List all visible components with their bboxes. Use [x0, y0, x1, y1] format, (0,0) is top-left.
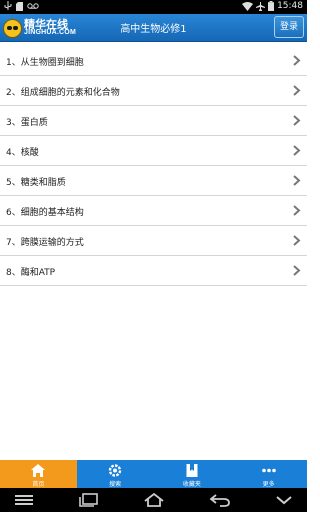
list-item-label: 2、组成细胞的元素和化合物: [6, 88, 120, 98]
status-time: 15:48: [277, 1, 303, 11]
list-item[interactable]: 3、蛋白质: [0, 106, 307, 136]
app-header: 精华在线 JINGHUA.COM 高中生物必修1 登录: [0, 14, 307, 42]
list-item[interactable]: 7、跨膜运输的方式: [0, 226, 307, 256]
menu-icon[interactable]: [13, 492, 35, 508]
list-item-label: 7、跨膜运输的方式: [6, 238, 84, 248]
sd-card-icon: [16, 1, 23, 11]
wifi-icon: [242, 1, 254, 11]
home-button-icon[interactable]: [142, 492, 166, 508]
tab-label: 更多: [262, 481, 275, 488]
list-item[interactable]: 2、组成细胞的元素和化合物: [0, 76, 307, 106]
chevron-right-icon: [293, 55, 301, 66]
battery-icon: [268, 1, 275, 11]
tab-search[interactable]: 搜索: [77, 460, 154, 488]
chevron-right-icon: [293, 235, 301, 246]
list-item-label: 3、蛋白质: [6, 118, 48, 128]
more-icon: [261, 468, 276, 473]
list-item-label: 8、酶和ATP: [6, 268, 56, 278]
recent-apps-icon[interactable]: [78, 492, 100, 508]
voicemail-icon: [27, 3, 39, 9]
page-title: 高中生物必修1: [120, 24, 187, 35]
chevron-right-icon: [293, 205, 301, 216]
list-item[interactable]: 1、从生物圈到细胞: [0, 46, 307, 76]
list-item[interactable]: 6、细胞的基本结构: [0, 196, 307, 226]
chevron-right-icon: [293, 145, 301, 156]
system-nav-bar: [0, 488, 307, 512]
list-item-label: 1、从生物圈到细胞: [6, 58, 84, 68]
list-item[interactable]: 5、糖类和脂质: [0, 166, 307, 196]
tab-label: 搜索: [109, 481, 122, 488]
tab-favorites[interactable]: 收藏夹: [154, 460, 231, 488]
chevron-right-icon: [293, 115, 301, 126]
chevron-right-icon: [293, 175, 301, 186]
tab-label: 首页: [32, 481, 45, 488]
chevron-right-icon: [293, 85, 301, 96]
list-item[interactable]: 4、核酸: [0, 136, 307, 166]
list-item-label: 5、糖类和脂质: [6, 178, 66, 188]
gear-icon: [108, 464, 122, 477]
tab-home[interactable]: 首页: [0, 460, 77, 488]
bookmark-icon: [186, 464, 198, 477]
status-bar: 15:48: [0, 0, 307, 14]
tab-label: 收藏夹: [182, 481, 201, 488]
usb-icon: [4, 1, 12, 10]
list-item-label: 4、核酸: [6, 148, 39, 158]
list-item[interactable]: 8、酶和ATP: [0, 256, 307, 286]
back-icon[interactable]: [208, 492, 232, 508]
chapter-list: 1、从生物圈到细胞 2、组成细胞的元素和化合物 3、蛋白质 4、核酸 5、糖类和…: [0, 46, 307, 286]
bottom-nav: 首页 搜索 收藏夹 更多: [0, 460, 307, 488]
login-button[interactable]: 登录: [274, 16, 304, 38]
airplane-icon: [256, 1, 266, 11]
list-item-label: 6、细胞的基本结构: [6, 208, 84, 218]
home-icon: [31, 464, 46, 477]
chevron-right-icon: [293, 265, 301, 276]
tab-more[interactable]: 更多: [230, 460, 307, 488]
collapse-icon[interactable]: [272, 492, 296, 508]
